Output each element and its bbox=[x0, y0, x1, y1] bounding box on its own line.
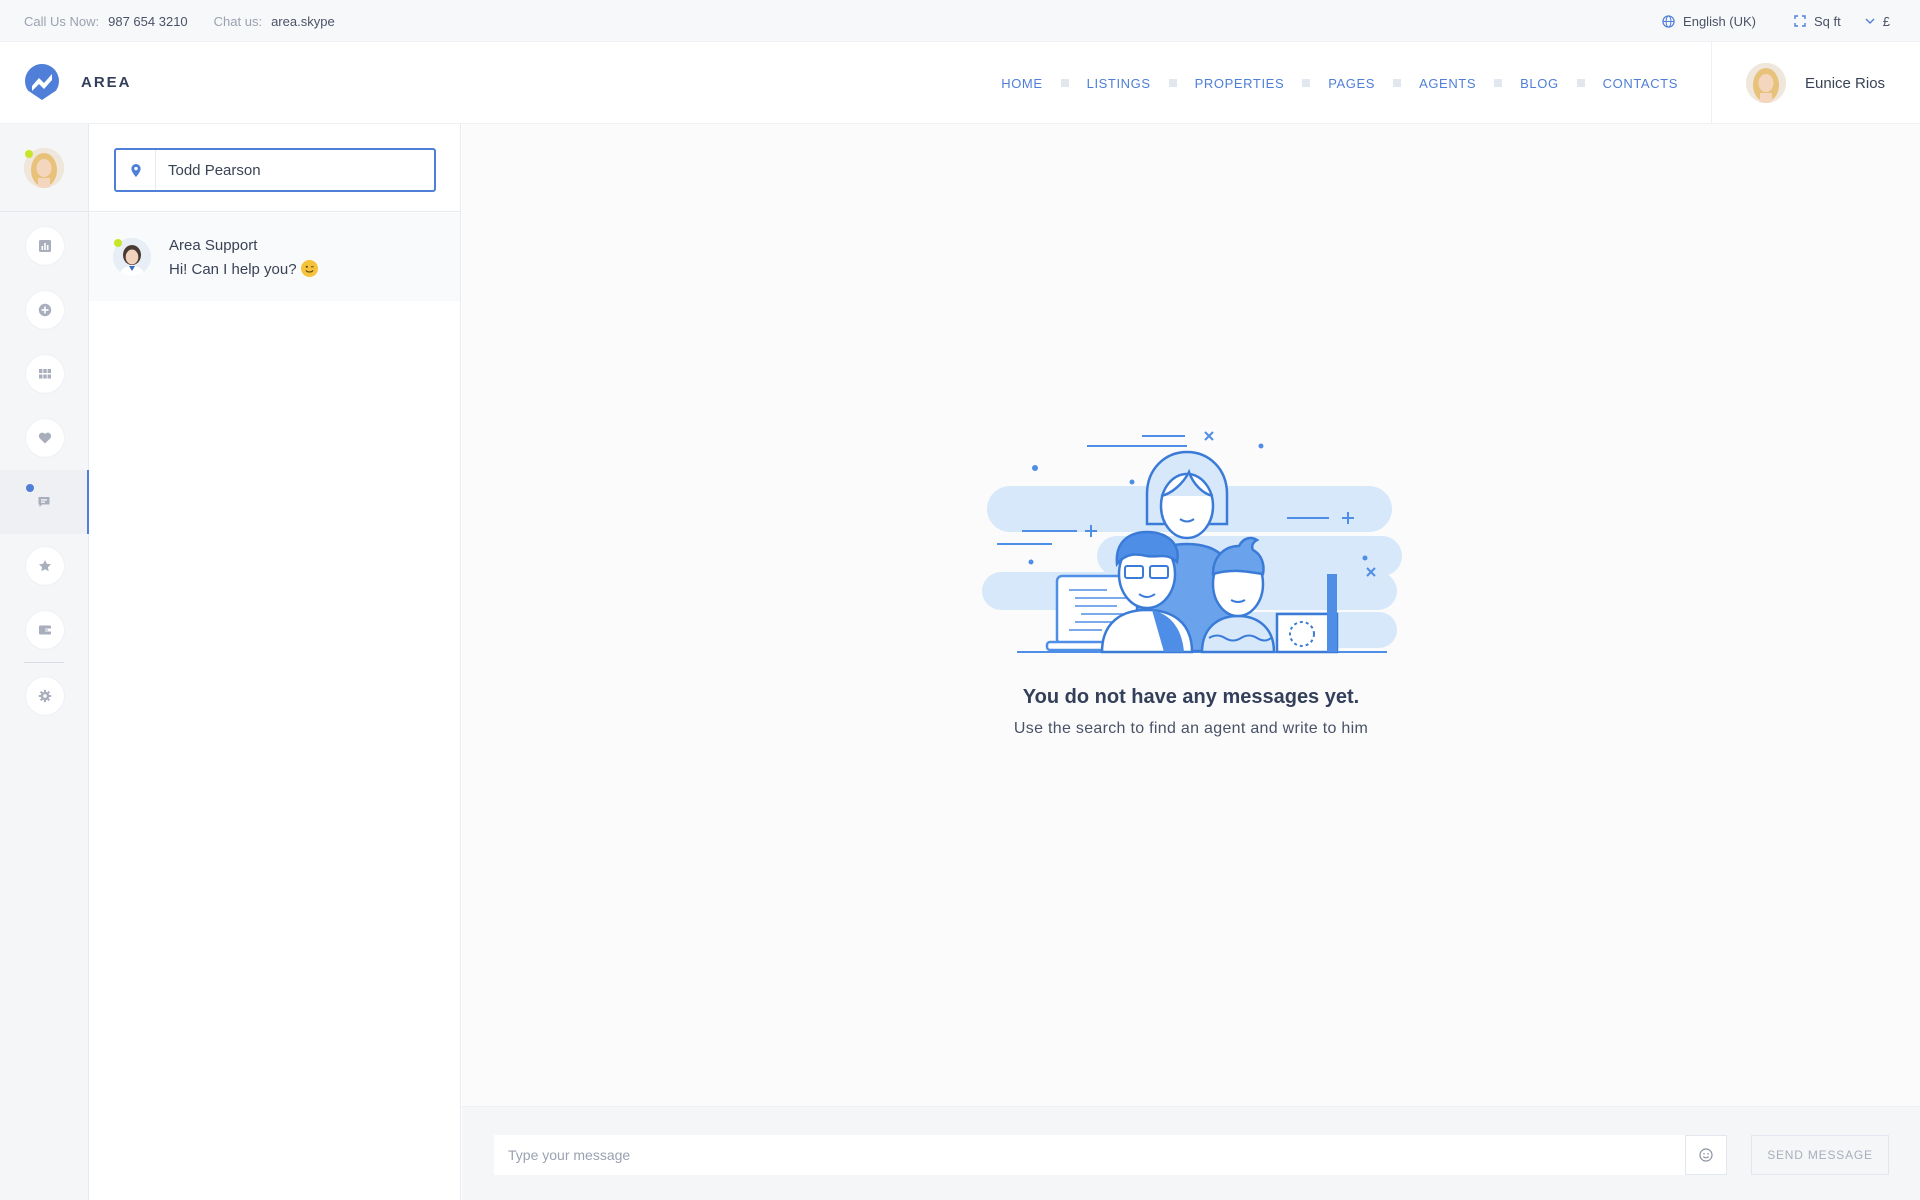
star-icon bbox=[38, 560, 51, 572]
sidebar-divider bbox=[24, 662, 64, 663]
sidebar-item-reviews[interactable] bbox=[0, 534, 89, 598]
unit-label: Sq ft bbox=[1814, 13, 1841, 29]
logo-text: AREA bbox=[81, 73, 132, 91]
main-nav: HOME LISTINGS PROPERTIES PAGES AGENTS BL… bbox=[1001, 42, 1678, 124]
sidebar-item-add-listing[interactable] bbox=[0, 278, 89, 342]
top-info-bar: Call Us Now: 987 654 3210 Chat us: area.… bbox=[0, 0, 1920, 42]
main-header: AREA HOME LISTINGS PROPERTIES PAGES AGEN… bbox=[0, 42, 1920, 124]
user-menu[interactable]: Eunice Rios bbox=[1711, 42, 1920, 124]
logo[interactable]: AREA bbox=[23, 62, 132, 102]
empty-state-subtitle: Use the search to find an agent and writ… bbox=[1013, 720, 1369, 737]
globe-icon bbox=[1662, 14, 1675, 28]
emoji-button[interactable] bbox=[1685, 1135, 1727, 1175]
list-item[interactable]: Area Support Hi! Can I help you? bbox=[89, 213, 460, 301]
chat-icon bbox=[38, 497, 49, 507]
chart-icon bbox=[38, 240, 51, 252]
settings-icon bbox=[38, 689, 51, 703]
sidebar-item-settings[interactable] bbox=[0, 664, 89, 728]
language-selector[interactable]: English (UK) bbox=[1662, 14, 1756, 29]
plus-circle-icon bbox=[38, 303, 51, 317]
conversation-search bbox=[89, 124, 460, 212]
location-pin-icon bbox=[116, 150, 156, 190]
language-label: English (UK) bbox=[1683, 13, 1757, 29]
online-indicator bbox=[114, 239, 122, 247]
nav-contacts[interactable]: CONTACTS bbox=[1603, 76, 1678, 91]
message-panel: You do not have any messages yet. Use th… bbox=[462, 124, 1920, 1106]
nav-blog[interactable]: BLOG bbox=[1520, 76, 1559, 91]
nav-properties[interactable]: PROPERTIES bbox=[1195, 76, 1285, 91]
sidebar-item-favorites[interactable] bbox=[0, 406, 89, 470]
chat-value[interactable]: area.skype bbox=[271, 14, 335, 29]
empty-state-title: You do not have any messages yet. bbox=[1022, 686, 1360, 708]
smiley-icon bbox=[1699, 1148, 1713, 1162]
avatar bbox=[1746, 63, 1786, 103]
contact-name: Area Support bbox=[169, 236, 258, 254]
unread-indicator bbox=[26, 484, 34, 492]
search-input[interactable] bbox=[156, 150, 434, 190]
sidebar-item-listings[interactable] bbox=[0, 342, 89, 406]
message-input[interactable] bbox=[494, 1135, 1694, 1175]
currency-selector[interactable]: £ bbox=[1865, 14, 1890, 29]
nav-agents[interactable]: AGENTS bbox=[1419, 76, 1476, 91]
nav-pages[interactable]: PAGES bbox=[1328, 76, 1375, 91]
chat-label: Chat us: bbox=[213, 13, 263, 29]
chevron-down-icon bbox=[1865, 18, 1875, 24]
sidebar-item-dashboard[interactable] bbox=[0, 214, 89, 278]
call-label: Call Us Now: bbox=[24, 13, 100, 29]
logo-icon bbox=[25, 64, 59, 100]
search-box[interactable] bbox=[114, 148, 436, 192]
online-indicator bbox=[25, 150, 33, 158]
sidebar-profile[interactable] bbox=[0, 124, 88, 212]
conversation-preview: Area Support Hi! Can I help you? bbox=[169, 237, 318, 278]
dashboard-sidebar bbox=[0, 124, 89, 1200]
preferences: English (UK) Sq ft £ bbox=[1624, 0, 1890, 42]
message-composer: SEND MESSAGE bbox=[462, 1106, 1920, 1200]
grid-icon bbox=[38, 369, 51, 379]
call-value[interactable]: 987 654 3210 bbox=[108, 14, 188, 29]
conversation-list: Area Support Hi! Can I help you? bbox=[89, 124, 461, 1200]
sidebar-item-wallet[interactable] bbox=[0, 598, 89, 662]
sidebar-item-messages[interactable] bbox=[0, 470, 89, 534]
expand-icon bbox=[1794, 15, 1806, 27]
unit-selector[interactable]: Sq ft bbox=[1794, 14, 1841, 29]
empty-messages-illustration bbox=[982, 431, 1402, 654]
wallet-icon bbox=[38, 625, 51, 635]
heart-icon bbox=[38, 432, 51, 444]
contact-info: Call Us Now: 987 654 3210 Chat us: area.… bbox=[24, 0, 335, 42]
currency-label: £ bbox=[1882, 13, 1890, 29]
nav-home[interactable]: HOME bbox=[1001, 76, 1042, 91]
wink-emoji-icon bbox=[300, 259, 318, 277]
last-message: Hi! Can I help you? bbox=[169, 260, 297, 278]
nav-listings[interactable]: LISTINGS bbox=[1087, 76, 1151, 91]
send-message-button[interactable]: SEND MESSAGE bbox=[1751, 1135, 1889, 1175]
user-name: Eunice Rios bbox=[1805, 74, 1886, 92]
